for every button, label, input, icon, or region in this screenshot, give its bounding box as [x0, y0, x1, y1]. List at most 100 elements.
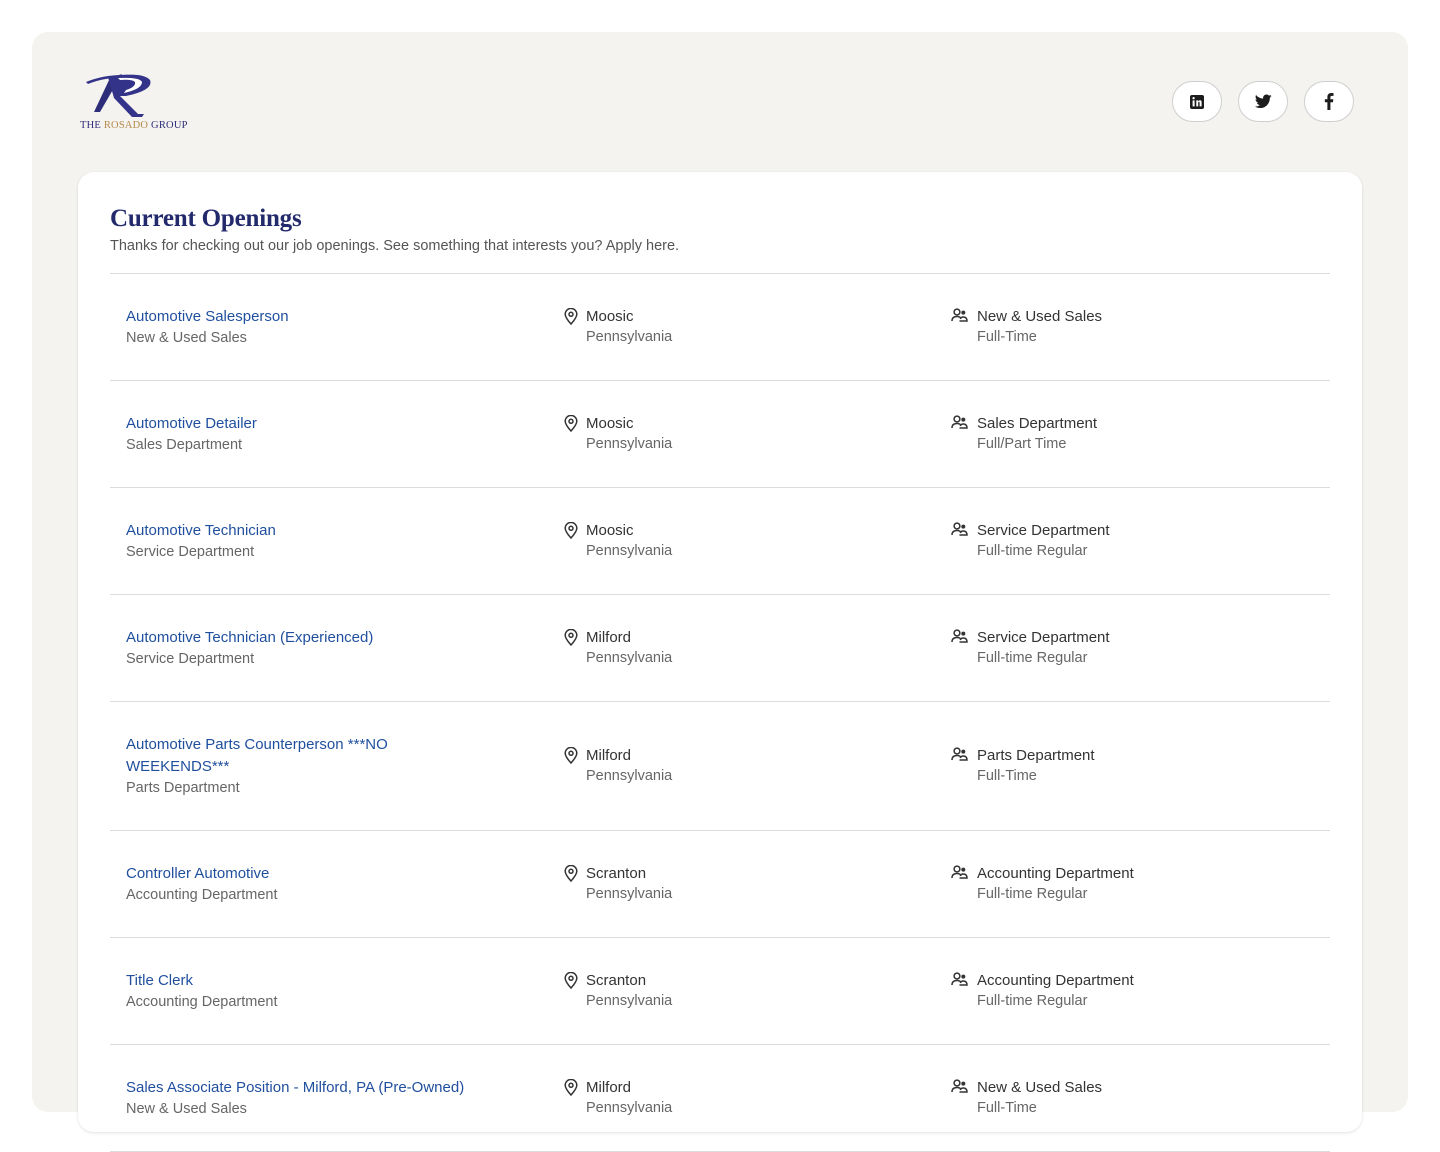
team-icon [951, 970, 977, 1012]
job-city: Moosic [586, 415, 634, 432]
logo-wordmark: THE ROSADO GROUP [80, 120, 200, 131]
team-icon [951, 413, 977, 455]
job-department: New & Used Sales [126, 1100, 247, 1117]
page-background: THE ROSADO GROUP Current Openings Thanks… [32, 32, 1408, 1152]
job-title-cell: Automotive Technician (Experienced) Serv… [126, 627, 564, 670]
job-state: Pennsylvania [586, 768, 673, 784]
job-type: Full-Time [977, 1100, 1037, 1116]
location-pin-icon [564, 306, 586, 348]
job-title-link[interactable]: Automotive Technician (Experienced) [126, 627, 564, 649]
job-team: Accounting Department [977, 865, 1134, 882]
location-pin-icon [564, 413, 586, 455]
job-team: New & Used Sales [977, 308, 1103, 325]
logo-text-the: THE [80, 120, 104, 131]
job-title-link[interactable]: Automotive Salesperson [126, 306, 564, 328]
job-row: Automotive Parts Counterperson ***NO WEE… [110, 702, 1330, 831]
facebook-icon [1324, 93, 1334, 110]
job-row: Automotive Technician Service Department… [110, 488, 1330, 595]
team-icon [951, 306, 977, 348]
job-type: Full/Part Time [977, 436, 1067, 452]
job-location-cell: Scranton Pennsylvania [564, 863, 951, 905]
job-title-cell: Automotive Detailer Sales Department [126, 413, 564, 456]
job-location-cell: Moosic Pennsylvania [564, 306, 951, 348]
job-team-cell: Accounting Department Full-time Regular [951, 970, 1134, 1012]
job-title-link[interactable]: Automotive Technician [126, 520, 564, 542]
team-icon [951, 627, 977, 669]
job-state: Pennsylvania [586, 886, 673, 902]
job-state: Pennsylvania [586, 650, 673, 666]
job-title-cell: Automotive Parts Counterperson ***NO WEE… [126, 734, 564, 799]
job-row: Automotive Salesperson New & Used Sales … [110, 274, 1330, 381]
job-title-cell: Controller Automotive Accounting Departm… [126, 863, 564, 906]
job-location-cell: Milford Pennsylvania [564, 745, 951, 787]
linkedin-button[interactable] [1172, 81, 1222, 122]
job-city: Moosic [586, 308, 634, 325]
location-pin-icon [564, 970, 586, 1012]
job-team-cell: New & Used Sales Full-Time [951, 1077, 1102, 1119]
job-title-link[interactable]: Automotive Parts Counterperson ***NO WEE… [126, 734, 426, 778]
team-icon [951, 745, 977, 787]
logo-r-mark [86, 74, 151, 117]
job-department: Accounting Department [126, 886, 278, 903]
job-type: Full-time Regular [977, 886, 1088, 902]
job-department: New & Used Sales [126, 329, 247, 346]
job-team-cell: Service Department Full-time Regular [951, 627, 1110, 669]
job-team-cell: Parts Department Full-Time [951, 745, 1095, 787]
job-department: Service Department [126, 650, 255, 667]
job-department: Sales Department [126, 436, 243, 453]
social-links [1172, 81, 1354, 122]
job-location-cell: Milford Pennsylvania [564, 627, 951, 669]
team-icon [951, 520, 977, 562]
job-row: Title Clerk Accounting Department Scrant… [110, 938, 1330, 1045]
location-pin-icon [564, 863, 586, 905]
logo-text-group: GROUP [148, 120, 188, 131]
job-type: Full-time Regular [977, 650, 1088, 666]
company-logo[interactable]: THE ROSADO GROUP [80, 72, 200, 134]
job-city: Milford [586, 1079, 632, 1096]
page-title: Current Openings [110, 205, 302, 232]
job-list: Automotive Salesperson New & Used Sales … [110, 273, 1330, 1152]
job-location-cell: Milford Pennsylvania [564, 1077, 951, 1119]
job-title-link[interactable]: Controller Automotive [126, 863, 564, 885]
job-row: Automotive Detailer Sales Department Moo… [110, 381, 1330, 488]
job-title-cell: Automotive Technician Service Department [126, 520, 564, 563]
job-department: Parts Department [126, 779, 240, 796]
job-team: Service Department [977, 629, 1110, 646]
job-team: Parts Department [977, 747, 1095, 764]
job-type: Full-time Regular [977, 543, 1088, 559]
job-team-cell: New & Used Sales Full-Time [951, 306, 1102, 348]
job-city: Scranton [586, 972, 647, 989]
job-state: Pennsylvania [586, 993, 673, 1009]
page-subtitle: Thanks for checking out our job openings… [110, 238, 680, 254]
location-pin-icon [564, 1077, 586, 1119]
job-state: Pennsylvania [586, 436, 673, 452]
job-type: Full-Time [977, 329, 1037, 345]
job-title-link[interactable]: Automotive Detailer [126, 413, 564, 435]
job-row: Controller Automotive Accounting Departm… [110, 831, 1330, 938]
job-state: Pennsylvania [586, 329, 673, 345]
team-icon [951, 863, 977, 905]
team-icon [951, 1077, 977, 1119]
job-team-cell: Sales Department Full/Part Time [951, 413, 1097, 455]
twitter-icon [1254, 94, 1272, 109]
job-city: Milford [586, 747, 632, 764]
job-type: Full-time Regular [977, 993, 1088, 1009]
job-team: Accounting Department [977, 972, 1134, 989]
location-pin-icon [564, 627, 586, 669]
job-team-cell: Service Department Full-time Regular [951, 520, 1110, 562]
twitter-button[interactable] [1238, 81, 1288, 122]
job-title-cell: Title Clerk Accounting Department [126, 970, 564, 1013]
job-title-link[interactable]: Title Clerk [126, 970, 564, 992]
job-state: Pennsylvania [586, 543, 673, 559]
job-location-cell: Moosic Pennsylvania [564, 413, 951, 455]
facebook-button[interactable] [1304, 81, 1354, 122]
job-team: New & Used Sales [977, 1079, 1103, 1096]
job-row: Sales Associate Position - Milford, PA (… [110, 1045, 1330, 1152]
linkedin-icon [1190, 94, 1204, 109]
job-team: Service Department [977, 522, 1110, 539]
job-city: Moosic [586, 522, 634, 539]
job-location-cell: Scranton Pennsylvania [564, 970, 951, 1012]
job-department: Service Department [126, 543, 255, 560]
job-city: Scranton [586, 865, 647, 882]
openings-card: Current Openings Thanks for checking out… [78, 172, 1362, 1152]
